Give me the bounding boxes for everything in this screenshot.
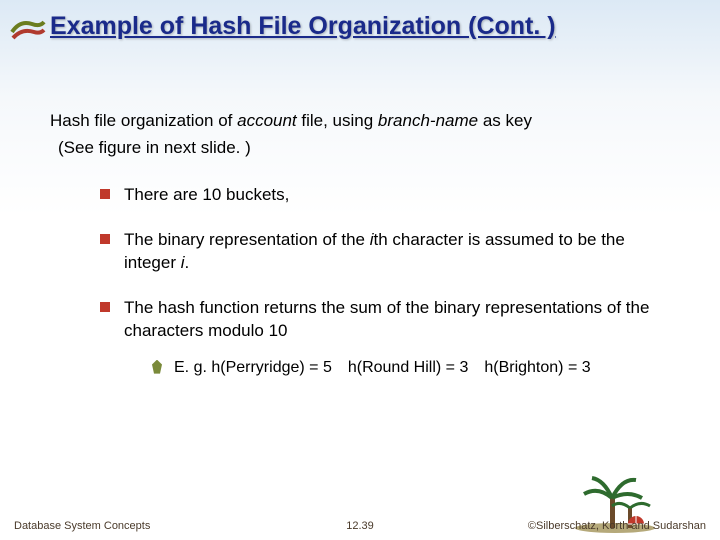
intro-line-2: (See figure in next slide. ) <box>58 137 670 160</box>
slide-body: Hash file organization of account file, … <box>50 110 670 400</box>
footer-page-number: 12.39 <box>346 520 374 532</box>
intro-line-1: Hash file organization of account file, … <box>50 110 670 133</box>
sub-bullet-text: E. g. h(Perryridge) = 5 h(Round Hill) = … <box>174 359 591 376</box>
intro-branch-name: branch-name <box>378 111 478 130</box>
intro-account: account <box>237 111 297 130</box>
intro-text: as key <box>478 111 532 130</box>
bullet-text: . <box>184 253 189 272</box>
sub-bullet-list: E. g. h(Perryridge) = 5 h(Round Hill) = … <box>152 357 670 379</box>
bullet-text: There are 10 buckets, <box>124 185 289 204</box>
sub-bullet-1: E. g. h(Perryridge) = 5 h(Round Hill) = … <box>152 357 670 379</box>
bullet-text: The binary representation of the <box>124 230 370 249</box>
bullet-1: There are 10 buckets, <box>100 184 670 207</box>
intro-text: file, using <box>297 111 378 130</box>
bullet-2: The binary representation of the ith cha… <box>100 229 670 275</box>
bullet-list: There are 10 buckets, The binary represe… <box>100 184 670 378</box>
intro-text: Hash file organization of <box>50 111 237 130</box>
slide-title: Example of Hash File Organization (Cont.… <box>50 12 700 41</box>
slide-footer: Database System Concepts 12.39 ©Silbersc… <box>0 520 720 532</box>
footer-copyright: ©Silberschatz, Korth and Sudarshan <box>528 520 706 532</box>
bullet-text: The hash function returns the sum of the… <box>124 298 649 340</box>
slide-logo-icon <box>10 18 46 46</box>
bullet-3: The hash function returns the sum of the… <box>100 297 670 378</box>
footer-left: Database System Concepts <box>14 520 150 532</box>
